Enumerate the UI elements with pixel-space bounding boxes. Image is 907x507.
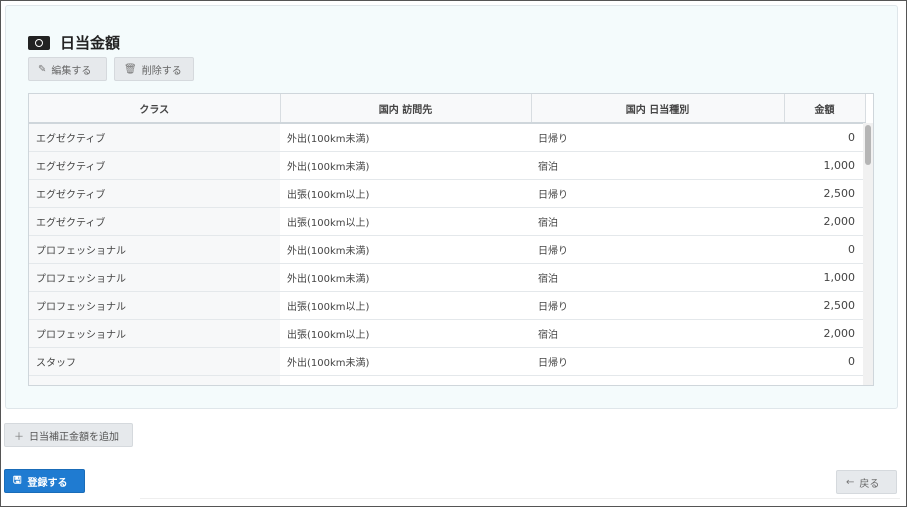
header-amount[interactable]: 金額 — [784, 94, 866, 124]
cell-destination: 外出(100km未満) — [280, 263, 531, 292]
cell-allowance-type: 日帰り — [531, 123, 784, 152]
allowance-table[interactable]: クラス 国内 訪問先 国内 日当種別 金額 エグゼクティブ 外出(100km未満)… — [28, 93, 874, 386]
cell-amount: 1,000 — [784, 151, 865, 180]
cell-destination: 外出(100km未満) — [280, 151, 531, 180]
cell-amount: 0 — [784, 375, 865, 385]
cell-allowance-type: 宿泊 — [531, 207, 784, 236]
edit-button[interactable]: ✎ 編集する — [28, 57, 107, 81]
register-label: 登録する — [27, 477, 68, 489]
cell-amount: 0 — [784, 235, 865, 264]
cell-destination — [280, 375, 531, 385]
cell-destination: 外出(100km未満) — [280, 347, 531, 376]
delete-button[interactable]: 🗑 削除する — [114, 57, 194, 81]
cell-destination: 出張(100km以上) — [280, 179, 531, 208]
save-icon: 🖫 — [13, 474, 22, 486]
header-destination[interactable]: 国内 訪問先 — [280, 94, 532, 124]
cell-class: スタッフ — [29, 347, 280, 376]
cell-amount: 0 — [784, 347, 865, 376]
cell-amount: 2,500 — [784, 291, 865, 320]
cell-class: エグゼクティブ — [29, 151, 280, 180]
cell-allowance-type: 日帰り — [531, 179, 784, 208]
back-button[interactable]: ← 戻る — [836, 470, 897, 494]
table-row[interactable]: プロフェッショナル 外出(100km未満) 日帰り 0 — [29, 235, 865, 264]
add-adjustment-label: 日当補正金額を追加 — [29, 431, 119, 443]
cell-class: エグゼクティブ — [29, 179, 280, 208]
header-class[interactable]: クラス — [29, 94, 281, 124]
table-row[interactable]: エグゼクティブ 0 — [29, 375, 865, 385]
table-row[interactable]: スタッフ 外出(100km未満) 日帰り 0 — [29, 347, 865, 376]
table-row[interactable]: プロフェッショナル 出張(100km以上) 宿泊 2,000 — [29, 319, 865, 348]
cell-allowance-type: 宿泊 — [531, 151, 784, 180]
table-row[interactable]: エグゼクティブ 出張(100km以上) 宿泊 2,000 — [29, 207, 865, 236]
header-allowance-type[interactable]: 国内 日当種別 — [531, 94, 785, 124]
cell-class: エグゼクティブ — [29, 123, 280, 152]
arrow-left-icon: ← — [846, 476, 855, 488]
cell-amount: 2,000 — [784, 207, 865, 236]
cell-allowance-type: 日帰り — [531, 235, 784, 264]
cell-class: プロフェッショナル — [29, 319, 280, 348]
cell-destination: 出張(100km以上) — [280, 207, 531, 236]
cell-class: プロフェッショナル — [29, 235, 280, 264]
bottom-divider — [140, 498, 900, 507]
table-scrollbar[interactable] — [863, 123, 873, 385]
cell-amount: 0 — [784, 123, 865, 152]
table-row[interactable]: エグゼクティブ 外出(100km未満) 宿泊 1,000 — [29, 151, 865, 180]
cell-allowance-type: 宿泊 — [531, 263, 784, 292]
edit-label: 編集する — [51, 65, 92, 77]
cell-class: プロフェッショナル — [29, 263, 280, 292]
cell-amount: 2,000 — [784, 319, 865, 348]
cell-class: エグゼクティブ — [29, 375, 280, 385]
cell-amount: 2,500 — [784, 179, 865, 208]
money-icon — [28, 35, 50, 50]
cell-allowance-type — [531, 375, 784, 385]
trash-icon: 🗑 — [124, 63, 137, 75]
cell-destination: 外出(100km未満) — [280, 123, 531, 152]
cell-destination: 外出(100km未満) — [280, 235, 531, 264]
card-header: 日当金額 — [28, 32, 120, 53]
cell-destination: 出張(100km以上) — [280, 319, 531, 348]
table-header-row: クラス 国内 訪問先 国内 日当種別 金額 — [29, 94, 866, 124]
cell-class: エグゼクティブ — [29, 207, 280, 236]
scrollbar-thumb[interactable] — [865, 125, 871, 165]
table-row[interactable]: エグゼクティブ 出張(100km以上) 日帰り 2,500 — [29, 179, 865, 208]
plus-icon: ＋ — [14, 431, 24, 443]
cell-allowance-type: 宿泊 — [531, 319, 784, 348]
table-row[interactable]: プロフェッショナル 外出(100km未満) 宿泊 1,000 — [29, 263, 865, 292]
card-title: 日当金額 — [60, 34, 121, 52]
edit-icon: ✎ — [38, 63, 47, 75]
table-row[interactable]: エグゼクティブ 外出(100km未満) 日帰り 0 — [29, 123, 865, 152]
register-button[interactable]: 🖫 登録する — [4, 469, 85, 493]
cell-allowance-type: 日帰り — [531, 347, 784, 376]
add-adjustment-button[interactable]: ＋ 日当補正金額を追加 — [4, 423, 133, 447]
cell-allowance-type: 日帰り — [531, 291, 784, 320]
back-label: 戻る — [859, 478, 880, 490]
cell-amount: 1,000 — [784, 263, 865, 292]
cell-destination: 出張(100km以上) — [280, 291, 531, 320]
delete-label: 削除する — [141, 65, 182, 77]
table-row[interactable]: プロフェッショナル 出張(100km以上) 日帰り 2,500 — [29, 291, 865, 320]
cell-class: プロフェッショナル — [29, 291, 280, 320]
